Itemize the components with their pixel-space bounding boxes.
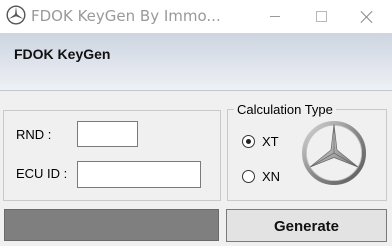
radio-xt-indicator[interactable]	[242, 135, 255, 148]
status-bar	[4, 209, 219, 241]
calculation-type-group: Calculation Type XT XN	[227, 102, 387, 201]
radio-xt-label: XT	[262, 134, 279, 149]
ecu-id-input[interactable]	[77, 161, 201, 188]
ecu-id-label: ECU ID :	[16, 166, 68, 181]
rnd-input[interactable]	[77, 121, 138, 147]
rnd-label: RND :	[16, 127, 52, 142]
window-title: FDOK KeyGen By Immo...	[31, 7, 221, 25]
generate-button[interactable]: Generate	[226, 209, 387, 242]
radio-xt[interactable]: XT	[242, 134, 279, 149]
close-icon	[360, 10, 374, 24]
calculation-type-legend: Calculation Type	[234, 102, 336, 117]
header-banner: FDOK KeyGen	[0, 33, 392, 91]
minimize-icon	[270, 16, 280, 17]
radio-xn-indicator[interactable]	[242, 170, 255, 183]
close-button[interactable]	[344, 0, 390, 33]
header-title: FDOK KeyGen	[14, 46, 111, 62]
maximize-icon	[315, 11, 327, 22]
title-bar[interactable]: FDOK KeyGen By Immo...	[0, 0, 392, 33]
maximize-button[interactable]	[298, 0, 344, 33]
radio-xn-label: XN	[262, 169, 281, 184]
minimize-button[interactable]	[252, 0, 298, 33]
mercedes-star-icon	[302, 121, 366, 185]
mercedes-star-icon	[6, 5, 26, 25]
inputs-panel: RND : ECU ID :	[3, 110, 221, 201]
radio-xn[interactable]: XN	[242, 169, 280, 184]
